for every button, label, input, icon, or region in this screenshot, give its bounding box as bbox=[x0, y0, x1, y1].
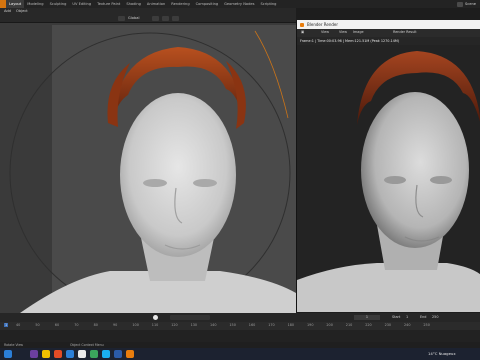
ruler-tick-130: 130 bbox=[190, 323, 198, 327]
ruler-tick-240: 240 bbox=[404, 323, 411, 327]
end-frame-field[interactable]: 250 bbox=[432, 315, 438, 319]
render-menu-view-2[interactable]: View bbox=[339, 30, 347, 34]
tab-shading[interactable]: Shading bbox=[123, 0, 144, 8]
render-info-text: Frame:1 | Time:00:03.96 | Mem:121.51M (P… bbox=[297, 37, 480, 45]
tab-geometry-nodes[interactable]: Geometry Nodes bbox=[221, 0, 257, 8]
file-explorer-icon[interactable] bbox=[42, 350, 50, 358]
snap-icon[interactable] bbox=[152, 16, 159, 21]
ruler-tick-220: 220 bbox=[365, 323, 372, 327]
overlay-icon[interactable] bbox=[172, 16, 179, 21]
ruler-tick-170: 170 bbox=[268, 323, 275, 327]
ruler-tick-140: 140 bbox=[210, 323, 217, 327]
app-icon-1[interactable] bbox=[30, 350, 38, 358]
app-icon-2[interactable] bbox=[54, 350, 62, 358]
ruler-tick-80: 80 bbox=[93, 323, 98, 327]
render-window-title-text: Blender Render bbox=[307, 22, 339, 27]
tab-uv-editing[interactable]: UV Editing bbox=[69, 0, 94, 8]
add-menu[interactable]: Add bbox=[4, 9, 11, 13]
render-window: Blender Render ▣ View View Image Render … bbox=[296, 20, 480, 312]
rendered-head-illustration bbox=[297, 51, 480, 312]
blender-taskbar-icon[interactable] bbox=[126, 350, 134, 358]
ruler-tick-60: 60 bbox=[54, 323, 60, 327]
windows-taskbar: 14°C Nuageux bbox=[0, 348, 480, 360]
tab-modeling[interactable]: Modeling bbox=[24, 0, 46, 8]
ruler-tick-150: 150 bbox=[229, 323, 236, 327]
blender-logo-icon bbox=[300, 23, 304, 27]
start-label: Start bbox=[392, 315, 401, 319]
ruler-tick-160: 160 bbox=[248, 323, 256, 327]
app-icon-4[interactable] bbox=[102, 350, 110, 358]
ruler-tick-230: 230 bbox=[384, 323, 392, 327]
tab-rendering[interactable]: Rendering bbox=[168, 0, 192, 8]
ruler-tick-90: 90 bbox=[113, 323, 118, 327]
transform-orientation-select[interactable]: Global bbox=[128, 16, 139, 20]
ruler-tick-100: 100 bbox=[132, 323, 139, 327]
tab-animation[interactable]: Animation bbox=[144, 0, 168, 8]
record-icon[interactable] bbox=[153, 315, 158, 320]
chrome-icon[interactable] bbox=[78, 350, 86, 358]
tab-layout[interactable]: Layout bbox=[6, 0, 25, 8]
proportional-edit-icon[interactable] bbox=[162, 16, 169, 21]
tab-compositing[interactable]: Compositing bbox=[193, 0, 222, 8]
render-toolbar: ▣ View View Image Render Result bbox=[297, 29, 480, 37]
ruler-tick-200: 200 bbox=[326, 323, 333, 327]
transform-pivot-icon[interactable] bbox=[118, 16, 125, 21]
ruler-tick-70: 70 bbox=[74, 323, 79, 327]
windows-start-icon[interactable] bbox=[4, 350, 12, 358]
editor-type-icon[interactable]: ▣ bbox=[301, 30, 304, 34]
render-result-image bbox=[297, 45, 480, 312]
timeline-ruler[interactable]: 1 40 50 60 70 80 90 100 110 120 130 140 150 160 170 18… bbox=[0, 322, 480, 330]
ruler-tick-110: 110 bbox=[151, 323, 159, 327]
tab-scripting[interactable]: Scripting bbox=[257, 0, 279, 8]
ruler-tick-180: 180 bbox=[287, 323, 295, 327]
tab-texture-paint[interactable]: Texture Paint bbox=[94, 0, 123, 8]
head-model-illustration bbox=[9, 30, 296, 313]
ruler-tick-120: 120 bbox=[171, 323, 178, 327]
workspace-tab-bar: Layout Modeling Sculpting UV Editing Tex… bbox=[0, 0, 480, 8]
current-frame-field[interactable]: 1 bbox=[354, 315, 380, 320]
ruler-tick-40: 40 bbox=[16, 323, 21, 327]
ruler-tick-210: 210 bbox=[345, 323, 353, 327]
tab-sculpting[interactable]: Sculpting bbox=[47, 0, 70, 8]
weather-widget[interactable]: 14°C Nuageux bbox=[428, 351, 456, 356]
render-menu-view[interactable]: View bbox=[321, 30, 329, 34]
app-icon-5[interactable] bbox=[114, 350, 122, 358]
timeline-header: 1 Start 1 End 250 bbox=[0, 313, 480, 322]
ruler-tick-250: 250 bbox=[423, 323, 430, 327]
timeline-track[interactable] bbox=[0, 330, 480, 342]
render-layer-select[interactable]: Render Result bbox=[393, 30, 417, 34]
app-icon-3[interactable] bbox=[90, 350, 98, 358]
start-frame-field[interactable]: 1 bbox=[406, 315, 408, 319]
viewport-3d[interactable] bbox=[0, 23, 296, 313]
render-menu-image[interactable]: Image bbox=[353, 30, 364, 34]
object-menu[interactable]: Object bbox=[16, 9, 28, 13]
end-label: End bbox=[420, 315, 427, 319]
blender-logo-icon[interactable] bbox=[0, 0, 6, 8]
playhead-marker[interactable]: 1 bbox=[4, 323, 9, 327]
ruler-tick-190: 190 bbox=[307, 323, 314, 327]
ruler-tick-50: 50 bbox=[35, 323, 40, 327]
viewport-header: Add Object Global bbox=[0, 8, 296, 23]
scene-label[interactable]: Scene bbox=[465, 2, 476, 6]
playback-controls[interactable] bbox=[170, 315, 210, 320]
render-window-title: Blender Render bbox=[297, 20, 480, 29]
scene-icon[interactable] bbox=[457, 1, 464, 7]
edge-icon[interactable] bbox=[66, 350, 74, 358]
